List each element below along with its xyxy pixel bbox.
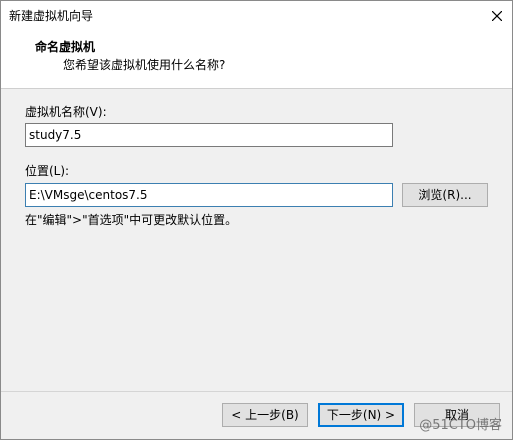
wizard-window: 新建虚拟机向导 命名虚拟机 您希望该虚拟机使用什么名称? 虚拟机名称(V): s… — [0, 0, 513, 440]
location-input[interactable]: E:\VMsge\centos7.5 — [25, 183, 393, 207]
close-button[interactable] — [482, 1, 512, 31]
footer-divider — [1, 391, 512, 392]
title-bar: 新建虚拟机向导 — [1, 1, 512, 31]
location-hint: 在"编辑">"首选项"中可更改默认位置。 — [25, 213, 238, 227]
vm-name-label: 虚拟机名称(V): — [25, 105, 107, 119]
browse-button[interactable]: 浏览(R)... — [402, 183, 488, 207]
close-icon — [492, 11, 502, 21]
page-subtitle: 您希望该虚拟机使用什么名称? — [63, 58, 226, 72]
window-title: 新建虚拟机向导 — [9, 9, 94, 23]
watermark: @51CTO博客 — [419, 418, 502, 433]
vm-name-input[interactable]: study7.5 — [25, 123, 393, 147]
wizard-header: 命名虚拟机 您希望该虚拟机使用什么名称? — [1, 31, 512, 89]
page-title: 命名虚拟机 — [35, 40, 96, 54]
location-label: 位置(L): — [25, 164, 70, 178]
next-button[interactable]: 下一步(N) > — [318, 403, 404, 427]
back-button[interactable]: < 上一步(B) — [222, 403, 308, 427]
